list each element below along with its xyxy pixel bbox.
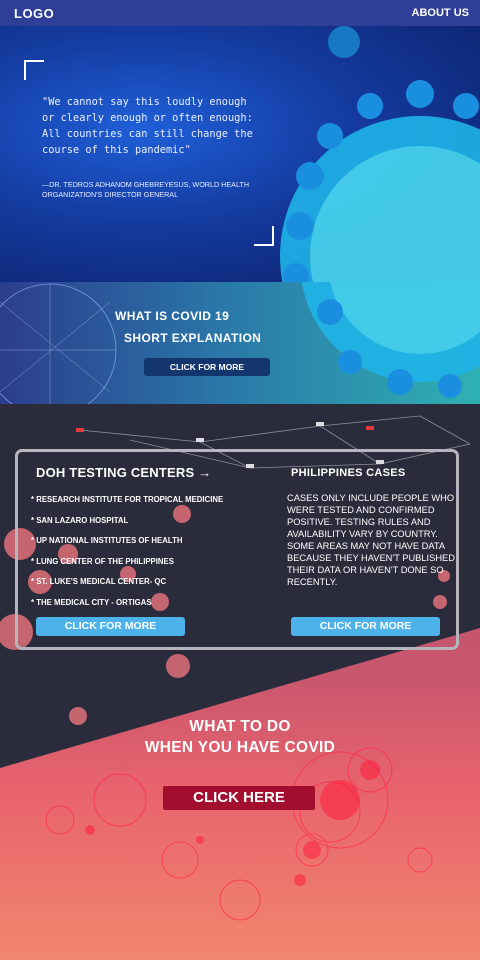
- quote-frame-corner: [254, 226, 274, 246]
- list-item: * LUNG CENTER OF THE PHILIPPINES: [31, 556, 174, 566]
- what-to-do-title: WHAT TO DO: [189, 718, 291, 735]
- explainer-title: WHAT IS COVID 19: [115, 309, 230, 323]
- explainer-more-button[interactable]: CLICK FOR MORE: [144, 358, 270, 376]
- arrow-icon: →: [198, 465, 212, 480]
- philippines-cases-title: PHILIPPINES CASES: [291, 467, 406, 479]
- philippines-cases-description: CASES ONLY INCLUDE PEOPLE WHO WERE TESTE…: [287, 493, 455, 587]
- list-item: * UP NATIONAL INSTITUTES OF HEALTH: [31, 536, 183, 545]
- about-us-link[interactable]: ABOUT US: [412, 7, 469, 19]
- what-to-do-subtitle: WHEN YOU HAVE COVID: [144, 739, 336, 756]
- list-item: * RESEARCH INSTITUTE FOR TROPICAL MEDICI…: [31, 495, 224, 504]
- explainer-subtitle: SHORT EXPLANATION: [124, 331, 262, 345]
- list-item: * SAN LAZARO HOSPITAL: [31, 515, 129, 525]
- quote-author: —DR. TEDROS ADHANOM GHEBREYESUS, WORLD H…: [42, 180, 250, 199]
- quote-frame-corner: [24, 60, 44, 80]
- testing-centers-title: DOH TESTING CENTERS →: [36, 465, 212, 480]
- click-here-button[interactable]: CLICK HERE: [163, 786, 315, 810]
- top-navbar: LOGO ABOUT US: [0, 0, 480, 26]
- testing-centers-more-button[interactable]: CLICK FOR MORE: [36, 617, 185, 636]
- site-logo[interactable]: LOGO: [14, 6, 54, 21]
- testing-centers-list: * RESEARCH INSTITUTE FOR TROPICAL MEDICI…: [31, 494, 223, 617]
- explainer-section: WHAT IS COVID 19 SHORT EXPLANATION CLICK…: [0, 282, 480, 404]
- hero-quote: "We cannot say this loudly enough or cle…: [42, 96, 253, 156]
- list-item: * THE MEDICAL CITY - ORTIGAS: [31, 597, 152, 607]
- philippines-cases-more-button[interactable]: CLICK FOR MORE: [291, 617, 440, 636]
- hero-quote-section: "We cannot say this loudly enough or cle…: [0, 26, 480, 282]
- list-item: * ST. LUKE'S MEDICAL CENTER- QC: [31, 577, 167, 586]
